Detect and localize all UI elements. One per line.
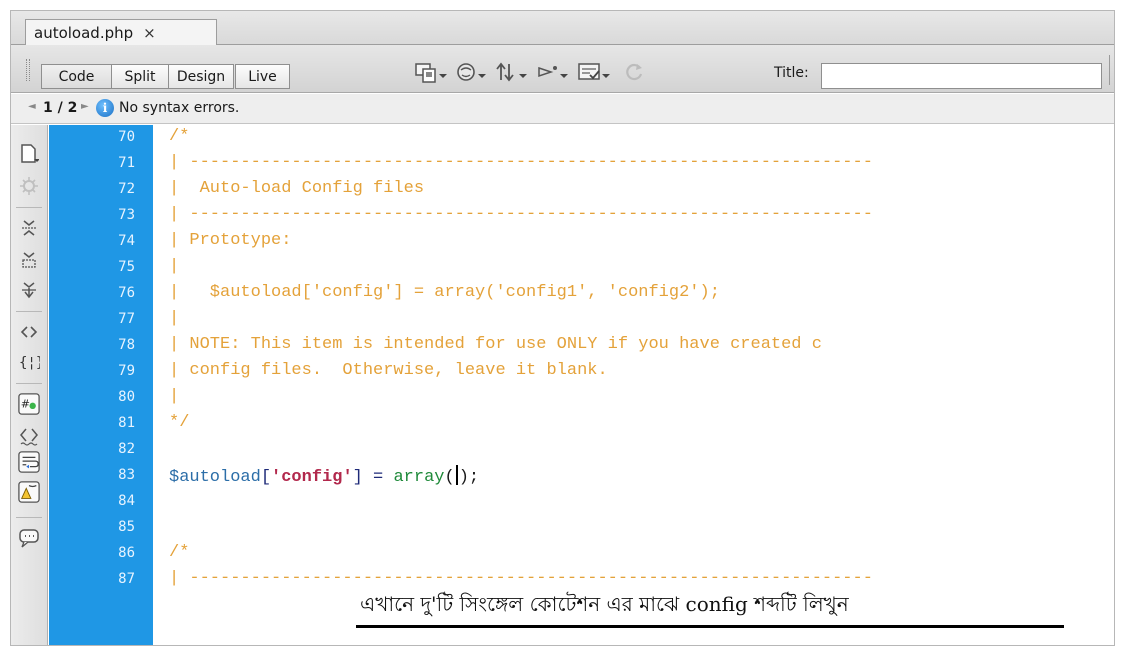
code-variable: $autoload bbox=[169, 468, 261, 487]
open-documents-icon[interactable] bbox=[18, 143, 40, 165]
document-toolbar: Code Split Design Live Title: bbox=[11, 45, 1114, 93]
code-line: | --------------------------------------… bbox=[169, 569, 873, 588]
code-line: | Prototype: bbox=[169, 231, 292, 250]
code-editor[interactable]: /* | -----------------------------------… bbox=[153, 125, 1114, 645]
line-number: 74 bbox=[118, 233, 135, 249]
previous-error-arrow-icon[interactable]: ◄ bbox=[28, 101, 36, 112]
line-number: 71 bbox=[118, 155, 135, 171]
file-management-icon[interactable] bbox=[495, 59, 529, 85]
error-page-counter: 1 / 2 bbox=[43, 100, 78, 116]
word-wrap-icon[interactable] bbox=[18, 451, 40, 473]
line-number: 82 bbox=[118, 441, 135, 457]
tools-divider bbox=[16, 207, 42, 208]
coding-toolbar: {¦} # bbox=[11, 125, 48, 645]
line-number: 73 bbox=[118, 207, 135, 223]
code-line: | bbox=[169, 309, 180, 328]
expand-all-icon[interactable] bbox=[18, 279, 40, 301]
annotation-underline bbox=[356, 625, 1064, 628]
code-line: */ bbox=[169, 413, 190, 432]
live-view-button[interactable]: Live bbox=[235, 64, 290, 89]
highlight-invalid-code-icon[interactable] bbox=[18, 425, 40, 447]
collapse-full-tag-icon[interactable] bbox=[18, 217, 40, 239]
collapse-selection-icon[interactable] bbox=[18, 249, 40, 271]
code-view-button[interactable]: Code bbox=[41, 64, 112, 89]
check-page-icon[interactable] bbox=[576, 59, 610, 85]
line-number: 87 bbox=[118, 571, 135, 587]
apply-comment-icon[interactable] bbox=[18, 527, 40, 549]
code-editor-window: autoload.php × Code Split Design Live Ti… bbox=[10, 10, 1115, 646]
show-code-navigator-icon[interactable] bbox=[18, 175, 40, 197]
line-number: 79 bbox=[118, 363, 135, 379]
line-number: 86 bbox=[118, 545, 135, 561]
document-tab-bar: autoload.php × bbox=[11, 11, 1114, 46]
code-paren-open: ( bbox=[444, 468, 455, 487]
code-line: | NOTE: This item is intended for use ON… bbox=[169, 335, 822, 354]
line-number: 72 bbox=[118, 181, 135, 197]
toolbar-divider bbox=[1109, 55, 1110, 85]
svg-text:{¦}: {¦} bbox=[19, 355, 40, 371]
line-number: 77 bbox=[118, 311, 135, 327]
line-number: 70 bbox=[118, 129, 135, 145]
code-line-autoload-config: $autoload['config'] = array(); bbox=[169, 465, 479, 487]
select-parent-tag-icon[interactable] bbox=[18, 321, 40, 343]
code-line: /* bbox=[169, 127, 190, 146]
line-number-gutter: 70 71 72 73 74 75 76 77 78 79 80 81 82 8… bbox=[49, 125, 153, 645]
line-number: 83 bbox=[118, 467, 135, 483]
line-number: 78 bbox=[118, 337, 135, 353]
code-line: | bbox=[169, 387, 180, 406]
tools-divider bbox=[16, 383, 42, 384]
svg-text:#: # bbox=[21, 398, 30, 411]
refresh-icon[interactable] bbox=[622, 59, 646, 85]
syntax-status-message: No syntax errors. bbox=[119, 100, 240, 116]
line-number: 81 bbox=[118, 415, 135, 431]
line-number: 80 bbox=[118, 389, 135, 405]
code-bracket-close: ] bbox=[352, 468, 363, 487]
line-numbers-icon[interactable]: # bbox=[18, 393, 40, 415]
toolbar-grip[interactable] bbox=[26, 59, 30, 81]
instruction-annotation: এখানে দু'টি সিংঙ্গেল কোটেশন এর মাঝে conf… bbox=[356, 589, 1064, 619]
code-line: | Auto-load Config files bbox=[169, 179, 425, 198]
document-title-input[interactable] bbox=[821, 63, 1102, 89]
close-tab-icon[interactable]: × bbox=[143, 24, 156, 42]
code-line: | --------------------------------------… bbox=[169, 153, 873, 172]
code-line: | $autoload['config'] = array('config1',… bbox=[169, 283, 720, 302]
document-tab[interactable]: autoload.php × bbox=[25, 19, 217, 46]
code-string: 'config' bbox=[271, 468, 353, 487]
info-icon: i bbox=[96, 99, 114, 117]
tools-divider bbox=[16, 311, 42, 312]
multiscreen-icon[interactable] bbox=[414, 59, 448, 85]
line-number: 75 bbox=[118, 259, 135, 275]
next-error-arrow-icon[interactable]: ► bbox=[81, 101, 89, 112]
title-label: Title: bbox=[774, 65, 809, 81]
tools-divider bbox=[16, 517, 42, 518]
syntax-coloring-icon[interactable] bbox=[18, 481, 40, 503]
code-paren-close: ) bbox=[458, 468, 469, 487]
code-status-bar: ◄ 1 / 2 ► i No syntax errors. bbox=[11, 94, 1114, 124]
tab-filename: autoload.php bbox=[34, 24, 134, 42]
split-view-button[interactable]: Split bbox=[112, 64, 169, 89]
text-caret bbox=[455, 465, 458, 485]
line-number: 85 bbox=[118, 519, 135, 535]
browser-preview-icon[interactable] bbox=[455, 59, 489, 85]
visual-aids-icon[interactable] bbox=[536, 59, 570, 85]
line-number: 76 bbox=[118, 285, 135, 301]
code-line: | bbox=[169, 257, 180, 276]
line-number: 84 bbox=[118, 493, 135, 509]
design-view-button[interactable]: Design bbox=[168, 64, 234, 89]
code-semicolon: ; bbox=[468, 468, 480, 487]
code-line: /* bbox=[169, 543, 190, 562]
code-bracket-open: [ bbox=[260, 468, 272, 487]
code-line: | --------------------------------------… bbox=[169, 205, 873, 224]
code-function: array bbox=[393, 468, 445, 487]
code-operator: = bbox=[362, 468, 394, 487]
balance-braces-icon[interactable]: {¦} bbox=[18, 351, 40, 373]
code-line: | config files. Otherwise, leave it blan… bbox=[169, 361, 608, 380]
